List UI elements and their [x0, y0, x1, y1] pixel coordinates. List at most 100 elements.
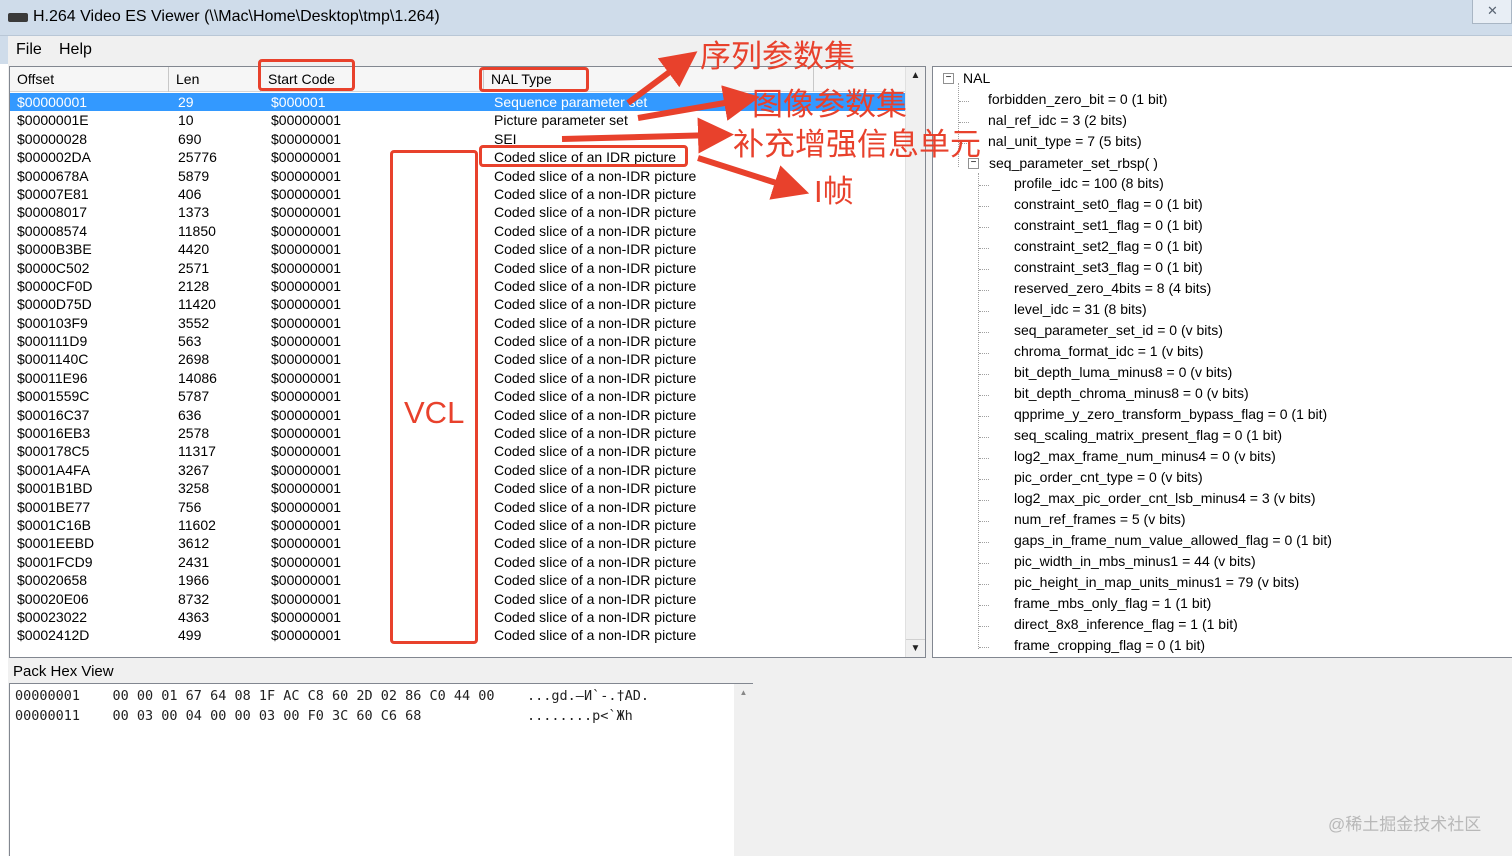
tree-connector: [959, 101, 969, 102]
cell-start-code: $00000001: [271, 333, 342, 350]
tree-leaf[interactable]: log2_max_frame_num_minus4 = 0 (v bits): [1014, 448, 1276, 464]
hex-line: 00000001 00 00 01 67 64 08 1F AC C8 60 2…: [15, 688, 649, 704]
tree-leaf[interactable]: num_ref_frames = 5 (v bits): [1014, 511, 1186, 527]
tree-leaf[interactable]: bit_depth_chroma_minus8 = 0 (v bits): [1014, 385, 1249, 401]
cell-nal-type: Coded slice of a non-IDR picture: [494, 443, 697, 460]
cell-offset: $00020E06: [17, 590, 89, 607]
hex-line: 00000011 00 03 00 04 00 00 03 00 F0 3C 6…: [15, 708, 633, 724]
cell-offset: $00011E96: [17, 369, 88, 386]
cell-nal-type: Coded slice of a non-IDR picture: [494, 241, 697, 258]
tree-leaf[interactable]: qpprime_y_zero_transform_bypass_flag = 0…: [1014, 406, 1327, 422]
cell-start-code: $00000001: [271, 167, 342, 184]
tree-leaf[interactable]: direct_8x8_inference_flag = 1 (1 bit): [1014, 616, 1238, 632]
tree-leaf[interactable]: forbidden_zero_bit = 0 (1 bit): [988, 91, 1167, 107]
cell-nal-type: Coded slice of a non-IDR picture: [494, 535, 697, 552]
cell-nal-type: Coded slice of a non-IDR picture: [494, 388, 697, 405]
column-header-len[interactable]: Len: [169, 67, 261, 92]
hex-vertical-scrollbar[interactable]: ▲: [734, 684, 753, 856]
tree-leaf[interactable]: bit_depth_luma_minus8 = 0 (v bits): [1014, 364, 1232, 380]
watermark: @稀土掘金技术社区: [1328, 815, 1482, 834]
collapse-nal-icon[interactable]: −: [943, 73, 954, 84]
cell-len: 3612: [178, 535, 210, 552]
tree-leaf[interactable]: pic_order_cnt_type = 0 (v bits): [1014, 469, 1203, 485]
menu-help[interactable]: Help: [59, 41, 92, 59]
cell-nal-type: Coded slice of a non-IDR picture: [494, 333, 697, 350]
cell-offset: $0001140C: [17, 351, 89, 368]
scroll-down-icon[interactable]: ▼: [906, 639, 925, 657]
cell-offset: $000002DA: [17, 149, 91, 166]
menu-file[interactable]: File: [16, 41, 42, 59]
tree-connector: [979, 374, 989, 375]
cell-nal-type: Coded slice of a non-IDR picture: [494, 369, 697, 386]
cell-start-code: $00000001: [271, 277, 342, 294]
tree-leaf[interactable]: log2_max_pic_order_cnt_lsb_minus4 = 3 (v…: [1014, 490, 1316, 506]
tree-leaf[interactable]: constraint_set2_flag = 0 (1 bit): [1014, 238, 1203, 254]
cell-nal-type: Coded slice of a non-IDR picture: [494, 627, 697, 644]
cell-start-code: $00000001: [271, 259, 342, 276]
tree-connector: [979, 416, 989, 417]
cell-offset: $000178C5: [17, 443, 90, 460]
tree-leaf[interactable]: frame_cropping_flag = 0 (1 bit): [1014, 637, 1205, 653]
cell-len: 2698: [178, 351, 210, 368]
column-header-offset[interactable]: Offset: [10, 67, 169, 92]
tree-leaf[interactable]: seq_parameter_set_id = 0 (v bits): [1014, 322, 1223, 338]
scroll-up-icon[interactable]: ▲: [906, 67, 925, 85]
tree-leaf[interactable]: seq_scaling_matrix_present_flag = 0 (1 b…: [1014, 427, 1282, 443]
cell-len: 29: [178, 94, 194, 110]
cell-offset: $00020658: [17, 572, 88, 589]
tree-leaf[interactable]: gaps_in_frame_num_value_allowed_flag = 0…: [1014, 532, 1332, 548]
cell-start-code: $00000001: [271, 553, 342, 570]
tree-leaf[interactable]: level_idc = 31 (8 bits): [1014, 301, 1147, 317]
cell-nal-type: Coded slice of a non-IDR picture: [494, 516, 697, 533]
cell-nal-type: Coded slice of a non-IDR picture: [494, 259, 697, 276]
tree-connector: [979, 521, 989, 522]
nal-field-tree[interactable]: − NAL forbidden_zero_bit = 0 (1 bit) nal_…: [932, 66, 1512, 658]
cell-start-code: $00000001: [271, 572, 342, 589]
tree-leaf[interactable]: frame_mbs_only_flag = 1 (1 bit): [1014, 595, 1211, 611]
tree-node-nal[interactable]: NAL: [963, 70, 990, 86]
cell-start-code: $00000001: [271, 443, 342, 460]
cell-nal-type: Coded slice of a non-IDR picture: [494, 277, 697, 294]
tree-connector: [979, 626, 989, 627]
cell-start-code: $00000001: [271, 222, 342, 239]
cell-start-code: $00000001: [271, 388, 342, 405]
cell-start-code: $00000001: [271, 149, 342, 166]
tree-leaf[interactable]: nal_ref_idc = 3 (2 bits): [988, 112, 1127, 128]
tree-connector: [979, 563, 989, 564]
tree-leaf[interactable]: nal_unit_type = 7 (5 bits): [988, 133, 1142, 149]
cell-len: 11420: [178, 296, 216, 313]
tree-leaf[interactable]: constraint_set0_flag = 0 (1 bit): [1014, 196, 1203, 212]
cell-offset: $0001EEBD: [17, 535, 95, 552]
annotation-pps: 图像参数集: [752, 87, 907, 122]
tree-connector: [979, 437, 989, 438]
close-button[interactable]: ✕: [1472, 0, 1512, 24]
cell-start-code: $00000001: [271, 130, 342, 147]
tree-connector: [979, 332, 989, 333]
tree-leaf[interactable]: pic_width_in_mbs_minus1 = 44 (v bits): [1014, 553, 1256, 569]
tree-leaf[interactable]: pic_height_in_map_units_minus1 = 79 (v b…: [1014, 574, 1299, 590]
cell-start-code: $00000001: [271, 590, 342, 607]
tree-connector: [979, 605, 989, 606]
close-icon: ✕: [1487, 3, 1498, 18]
hex-view[interactable]: 00000001 00 00 01 67 64 08 1F AC C8 60 2…: [9, 683, 753, 856]
cell-start-code: $00000001: [271, 369, 342, 386]
tree-leaf[interactable]: chroma_format_idc = 1 (v bits): [1014, 343, 1203, 359]
cell-offset: $00023022: [17, 608, 88, 625]
cell-len: 756: [178, 498, 202, 515]
tree-leaf[interactable]: reserved_zero_4bits = 8 (4 bits): [1014, 280, 1211, 296]
tree-leaf[interactable]: profile_idc = 100 (8 bits): [1014, 175, 1164, 191]
tree-leaf[interactable]: constraint_set3_flag = 0 (1 bit): [1014, 259, 1203, 275]
cell-start-code: $00000001: [271, 516, 342, 533]
tree-node-seq-parameter-set-rbsp[interactable]: seq_parameter_set_rbsp( ): [989, 155, 1158, 171]
cell-offset: $0000001E: [17, 112, 89, 129]
cell-nal-type: Coded slice of a non-IDR picture: [494, 314, 697, 331]
cell-start-code: $00000001: [271, 535, 342, 552]
cell-start-code: $00000001: [271, 296, 342, 313]
tree-leaf[interactable]: constraint_set1_flag = 0 (1 bit): [1014, 217, 1203, 233]
cell-start-code: $00000001: [271, 112, 342, 129]
cell-offset: $00007E81: [17, 185, 89, 202]
cell-nal-type: Coded slice of a non-IDR picture: [494, 351, 697, 368]
hex-scroll-up-icon[interactable]: ▲: [734, 684, 753, 702]
cell-len: 499: [178, 627, 202, 644]
annotation-iframe: I帧: [814, 174, 854, 209]
